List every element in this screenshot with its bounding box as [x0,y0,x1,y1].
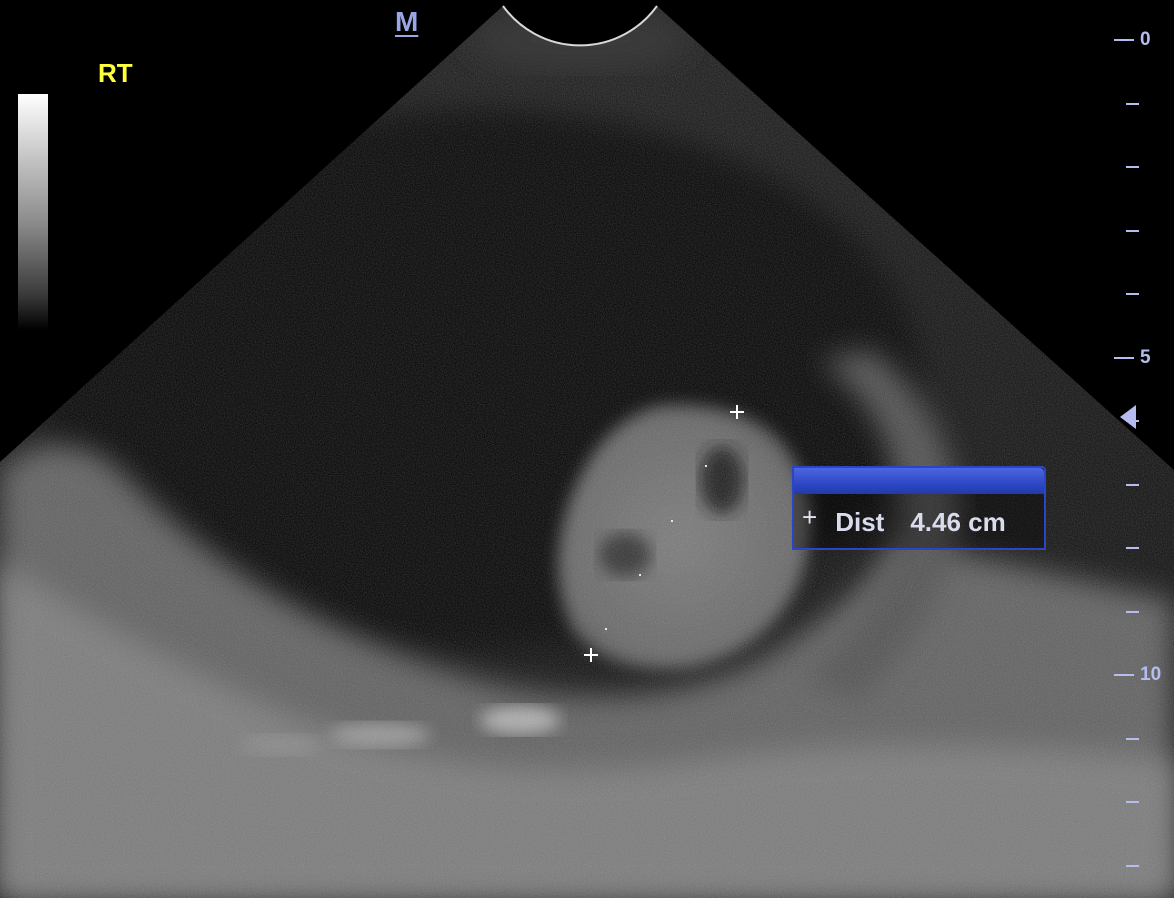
measurement-row: + Dist 4.46 cm [802,502,1042,542]
depth-tick [1114,356,1134,359]
orientation-label: RT [98,58,133,88]
depth-tick [1126,293,1139,295]
depth-tick [1126,801,1139,803]
depth-label: 5 [1140,346,1151,368]
depth-tick [1126,166,1139,168]
measurement-line-dot [671,520,673,522]
measurement-line-dot [605,628,607,630]
caliper-start-icon [730,405,744,419]
probe-marker-label: M [395,6,419,37]
depth-tick [1126,483,1139,486]
measurement-value: 4.46 cm [910,506,1006,537]
depth-tick [1126,547,1139,549]
depth-tick [1126,864,1139,867]
crosshair-icon: + [802,501,818,532]
ultrasound-scan-image [0,5,1174,898]
caliper-end-icon [584,648,598,662]
ultrasound-viewport: RT M 0 5 10 + Dist 4.46 cm [0,0,1174,898]
depth-scale: 0 5 10 [1108,0,1174,898]
depth-label: 0 [1140,29,1151,50]
depth-tick [1126,102,1139,105]
depth-tick [1126,737,1139,740]
measurement-result-box: + Dist 4.46 cm [792,466,1046,550]
depth-label: 10 [1140,664,1162,685]
grayscale-bar [18,94,48,330]
depth-tick [1126,229,1139,232]
focus-marker-icon [1120,405,1136,429]
depth-tick [1126,610,1139,613]
measurement-line-dot [705,465,707,467]
depth-tick [1114,674,1134,676]
measurement-header [794,468,1044,494]
measurement-label: Dist [835,506,885,537]
depth-tick [1114,39,1134,41]
measurement-line-dot [639,574,641,576]
